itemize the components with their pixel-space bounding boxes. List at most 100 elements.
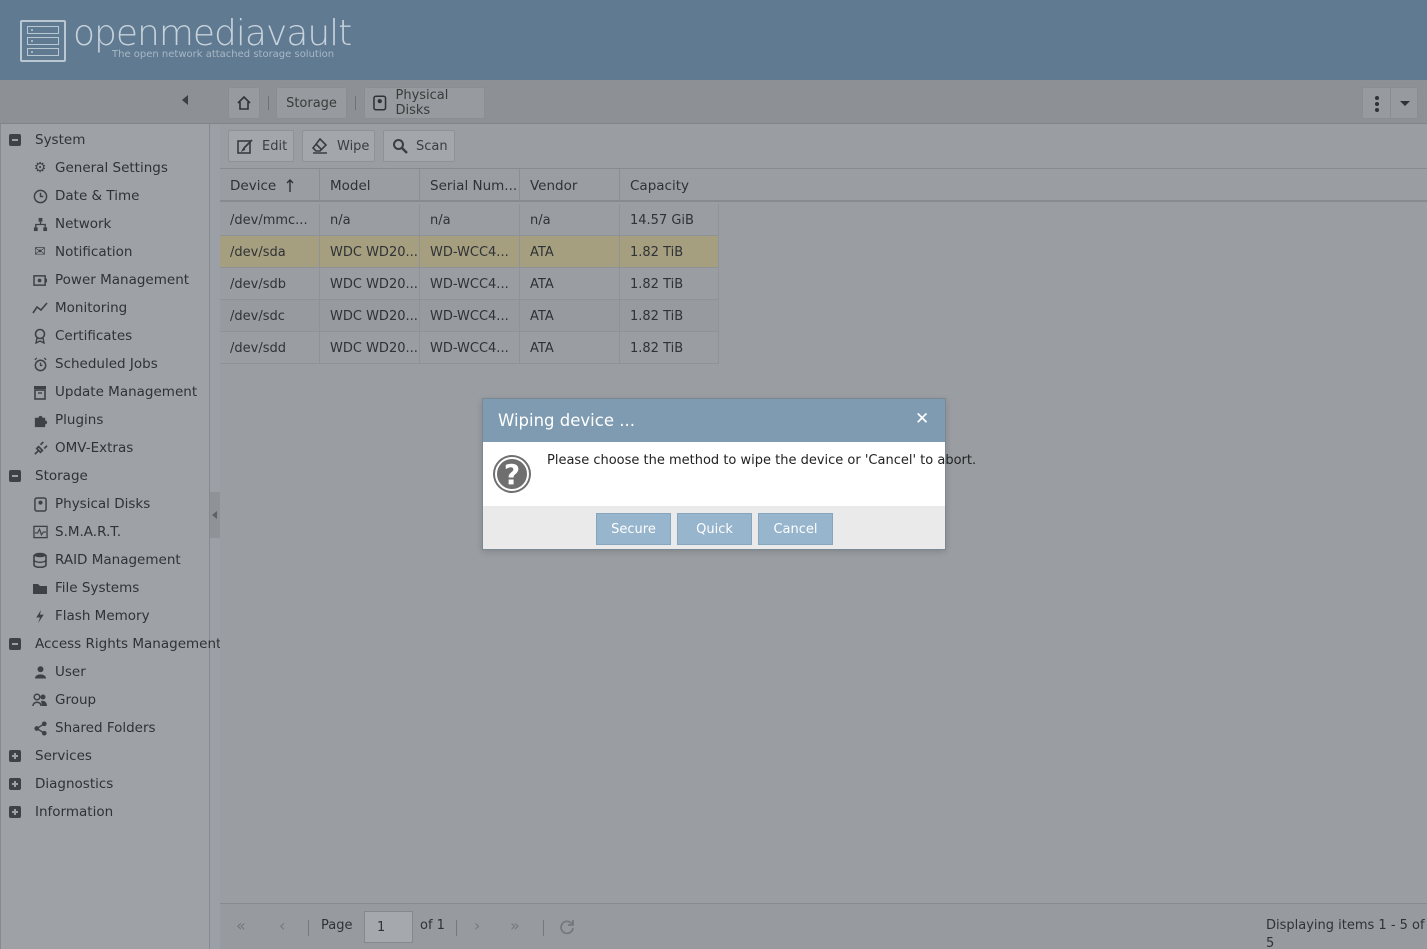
collapse-minus-icon[interactable] (9, 638, 21, 650)
breadcrumb-home[interactable] (228, 87, 260, 119)
cell-vendor: ATA (520, 300, 620, 332)
first-page-icon[interactable]: « (236, 917, 246, 935)
question-icon: ? (493, 455, 531, 493)
sidebar-item-date-time[interactable]: Date & Time (32, 186, 139, 206)
pager-separator (308, 920, 309, 936)
nav-group-label: System (35, 132, 86, 148)
collapse-minus-icon[interactable] (9, 470, 21, 482)
previous-page-icon[interactable]: ‹ (279, 917, 285, 935)
table-row-selected[interactable]: /dev/sda WDC WD20... WD-WCC4... ATA 1.82… (220, 236, 719, 268)
cell-serial: WD-WCC4... (420, 300, 520, 332)
cell-device: /dev/sdd (220, 332, 320, 364)
expand-plus-icon[interactable] (9, 750, 21, 762)
cancel-button[interactable]: Cancel (758, 513, 833, 545)
cell-model: n/a (320, 204, 420, 236)
sidebar-item-notification[interactable]: ✉ Notification (32, 242, 132, 262)
cell-device: /dev/sdc (220, 300, 320, 332)
expand-plus-icon[interactable] (9, 778, 21, 790)
column-header-capacity[interactable]: Capacity (620, 169, 720, 202)
table-row[interactable]: /dev/sdb WDC WD20... WD-WCC4... ATA 1.82… (220, 268, 719, 300)
search-icon (393, 139, 408, 154)
folder-icon (32, 580, 48, 596)
nav-group-label: Storage (35, 468, 88, 484)
sidebar-item-scheduled-jobs[interactable]: Scheduled Jobs (32, 354, 158, 374)
kebab-menu-icon[interactable] (1374, 95, 1380, 113)
sidebar-item-label: Power Management (55, 272, 190, 288)
chevron-down-icon[interactable] (1399, 100, 1411, 108)
sidebar-item-smart[interactable]: S.M.A.R.T. (32, 522, 121, 542)
nav-group-information[interactable]: Information (9, 802, 113, 822)
display-count-text: Displaying items 1 - 5 of 5 (1266, 918, 1425, 949)
column-header-serial[interactable]: Serial Num... (420, 169, 520, 202)
table-row[interactable]: /dev/sdc WDC WD20... WD-WCC4... ATA 1.82… (220, 300, 719, 332)
sidebar-item-label: Notification (55, 244, 133, 260)
breadcrumb-bar (0, 80, 1427, 124)
collapse-minus-icon[interactable] (9, 134, 21, 146)
nav-group-diagnostics[interactable]: Diagnostics (9, 774, 113, 794)
sidebar-item-label: Shared Folders (55, 720, 156, 736)
certificate-icon (32, 328, 48, 344)
sidebar-item-general-settings[interactable]: ⚙ General Settings (32, 158, 168, 178)
sidebar-item-label: Group (55, 692, 97, 708)
column-header-device[interactable]: Device (220, 169, 320, 202)
wipe-button-label: Wipe (337, 138, 370, 154)
sidebar-item-label: File Systems (55, 580, 140, 596)
sidebar-splitter-handle[interactable] (210, 492, 220, 538)
refresh-icon[interactable] (559, 919, 575, 935)
header-menu-button[interactable] (1362, 87, 1418, 119)
table-row[interactable]: /dev/mmc... n/a n/a n/a 14.57 GiB (220, 204, 719, 236)
user-icon (32, 664, 48, 680)
sidebar-item-label: Monitoring (55, 300, 128, 316)
edit-button-label: Edit (262, 138, 288, 154)
sidebar-item-label: S.M.A.R.T. (55, 524, 122, 540)
puzzle-icon (32, 412, 48, 428)
breadcrumb-storage[interactable]: Storage (276, 87, 347, 119)
nav-group-storage[interactable]: Storage (9, 466, 88, 486)
wipe-button[interactable]: Wipe (302, 130, 375, 162)
cell-model: WDC WD20... (320, 300, 420, 332)
next-page-icon[interactable]: › (474, 917, 480, 935)
sidebar-item-file-systems[interactable]: File Systems (32, 578, 139, 598)
sidebar-item-label: Flash Memory (55, 608, 150, 624)
close-icon[interactable]: ✕ (915, 411, 929, 428)
expand-plus-icon[interactable] (9, 806, 21, 818)
nav-group-label: Access Rights Management (35, 636, 222, 652)
sidebar-item-physical-disks[interactable]: Physical Disks (32, 494, 150, 514)
sidebar-item-raid-management[interactable]: RAID Management (32, 550, 181, 570)
edit-button[interactable]: Edit (228, 130, 294, 162)
database-icon (32, 552, 48, 568)
nav-group-access-rights[interactable]: Access Rights Management (9, 634, 221, 654)
last-page-icon[interactable]: » (510, 917, 520, 935)
secure-button[interactable]: Secure (596, 513, 671, 545)
sidebar-item-network[interactable]: Network (32, 214, 111, 234)
nav-group-services[interactable]: Services (9, 746, 92, 766)
column-header-vendor[interactable]: Vendor (520, 169, 620, 202)
breadcrumb-physical-disks[interactable]: Physical Disks (364, 87, 485, 119)
cell-vendor: ATA (520, 332, 620, 364)
sidebar-item-monitoring[interactable]: Monitoring (32, 298, 127, 318)
cell-vendor: n/a (520, 204, 620, 236)
collapse-sidebar-icon[interactable] (182, 95, 188, 105)
quick-button[interactable]: Quick (677, 513, 752, 545)
scan-button[interactable]: Scan (383, 130, 455, 162)
column-header-label: Vendor (530, 177, 578, 194)
column-header-model[interactable]: Model (320, 169, 420, 202)
cell-serial: WD-WCC4... (420, 236, 520, 268)
edit-icon (237, 138, 253, 154)
sidebar-item-user[interactable]: User (32, 662, 86, 682)
logo-icon (20, 20, 66, 62)
sidebar-item-omv-extras[interactable]: OMV-Extras (32, 438, 133, 458)
sidebar-item-shared-folders[interactable]: Shared Folders (32, 718, 156, 738)
breadcrumb-storage-label: Storage (286, 95, 337, 111)
table-row[interactable]: /dev/sdd WDC WD20... WD-WCC4... ATA 1.82… (220, 332, 719, 364)
sidebar-item-group[interactable]: Group (32, 690, 96, 710)
hdd-icon (32, 496, 48, 512)
sidebar-item-certificates[interactable]: Certificates (32, 326, 132, 346)
sidebar-item-power-management[interactable]: Power Management (32, 270, 189, 290)
nav-group-system[interactable]: System (9, 130, 85, 150)
sidebar-item-plugins[interactable]: Plugins (32, 410, 103, 430)
sidebar-item-update-management[interactable]: Update Management (32, 382, 197, 402)
page-number-input[interactable] (364, 911, 413, 943)
sidebar-item-label: User (55, 664, 86, 680)
sidebar-item-flash-memory[interactable]: Flash Memory (32, 606, 150, 626)
